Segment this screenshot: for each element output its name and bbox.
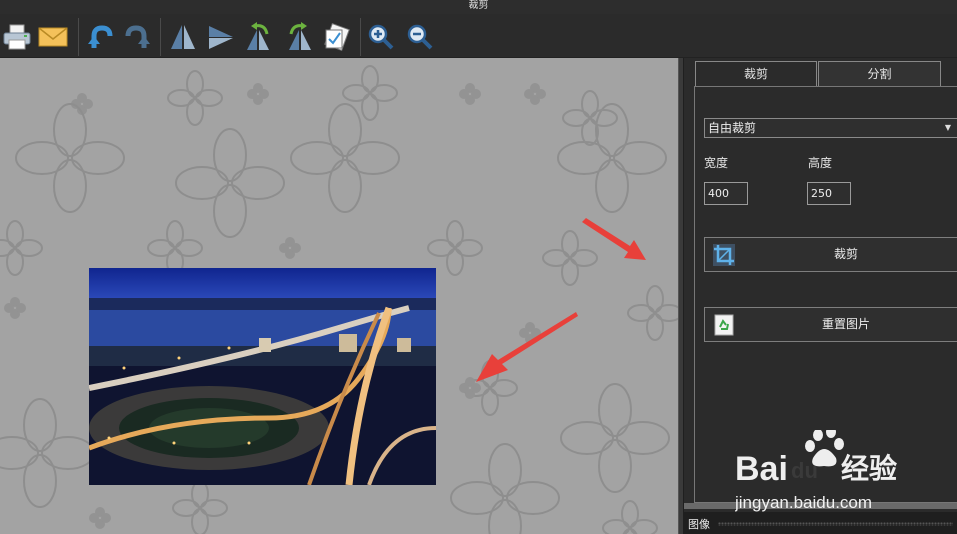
svg-text:经验: 经验: [841, 452, 897, 485]
image-pane-title: 图像: [688, 518, 710, 531]
crop-mode-select[interactable]: 自由裁剪 ▼: [704, 118, 957, 138]
crop-tool-icon[interactable]: [320, 20, 354, 54]
zoom-in-icon[interactable]: [364, 20, 398, 54]
flip-vertical-icon[interactable]: [166, 20, 200, 54]
watermark-url: jingyan.baidu.com: [735, 493, 872, 512]
baidu-jingyan-watermark-logo: Bai du 经验 jingyan.baidu.com: [734, 426, 897, 512]
tab-crop[interactable]: 裁剪: [695, 61, 817, 86]
toolbar-separator: [360, 18, 361, 56]
tab-split[interactable]: 分割: [818, 61, 941, 86]
width-field[interactable]: 400: [704, 182, 748, 205]
flip-horizontal-icon[interactable]: [204, 20, 238, 54]
reset-image-button[interactable]: 重置图片: [704, 307, 957, 342]
reset-image-label: 重置图片: [821, 317, 870, 331]
image-canvas[interactable]: [0, 58, 678, 534]
zoom-out-icon[interactable]: [403, 20, 437, 54]
crop-button-label: 裁剪: [833, 247, 858, 261]
undo-icon[interactable]: [84, 20, 118, 54]
print-icon[interactable]: [0, 20, 34, 54]
toolbar-separator: [78, 18, 79, 56]
svg-text:Bai: Bai: [735, 450, 788, 488]
redo-icon[interactable]: [120, 20, 154, 54]
svg-text:du: du: [791, 458, 818, 483]
rotate-right-icon[interactable]: [280, 20, 314, 54]
annotation-arrow-icon: [476, 312, 578, 382]
panel-tabs: 裁剪 分割: [695, 61, 941, 86]
window-title: 裁剪: [0, 0, 957, 14]
baidu-jingyan-watermark: Bai du 经验 jingyan.baidu.com: [734, 426, 945, 520]
email-icon[interactable]: [36, 20, 70, 54]
crop-mode-value: 自由裁剪: [708, 121, 757, 135]
annotation-arrow-icon: [582, 218, 646, 260]
crop-button[interactable]: 裁剪: [704, 237, 957, 272]
width-label: 宽度: [704, 156, 729, 170]
grip-dots: [718, 522, 953, 526]
height-field[interactable]: 250: [807, 182, 851, 205]
rotate-left-icon[interactable]: [244, 20, 278, 54]
photo-preview[interactable]: [89, 268, 436, 485]
toolbar-separator: [160, 18, 161, 56]
chevron-down-icon: ▼: [944, 123, 951, 132]
height-label: 高度: [808, 156, 833, 170]
toolbar: [0, 14, 957, 58]
